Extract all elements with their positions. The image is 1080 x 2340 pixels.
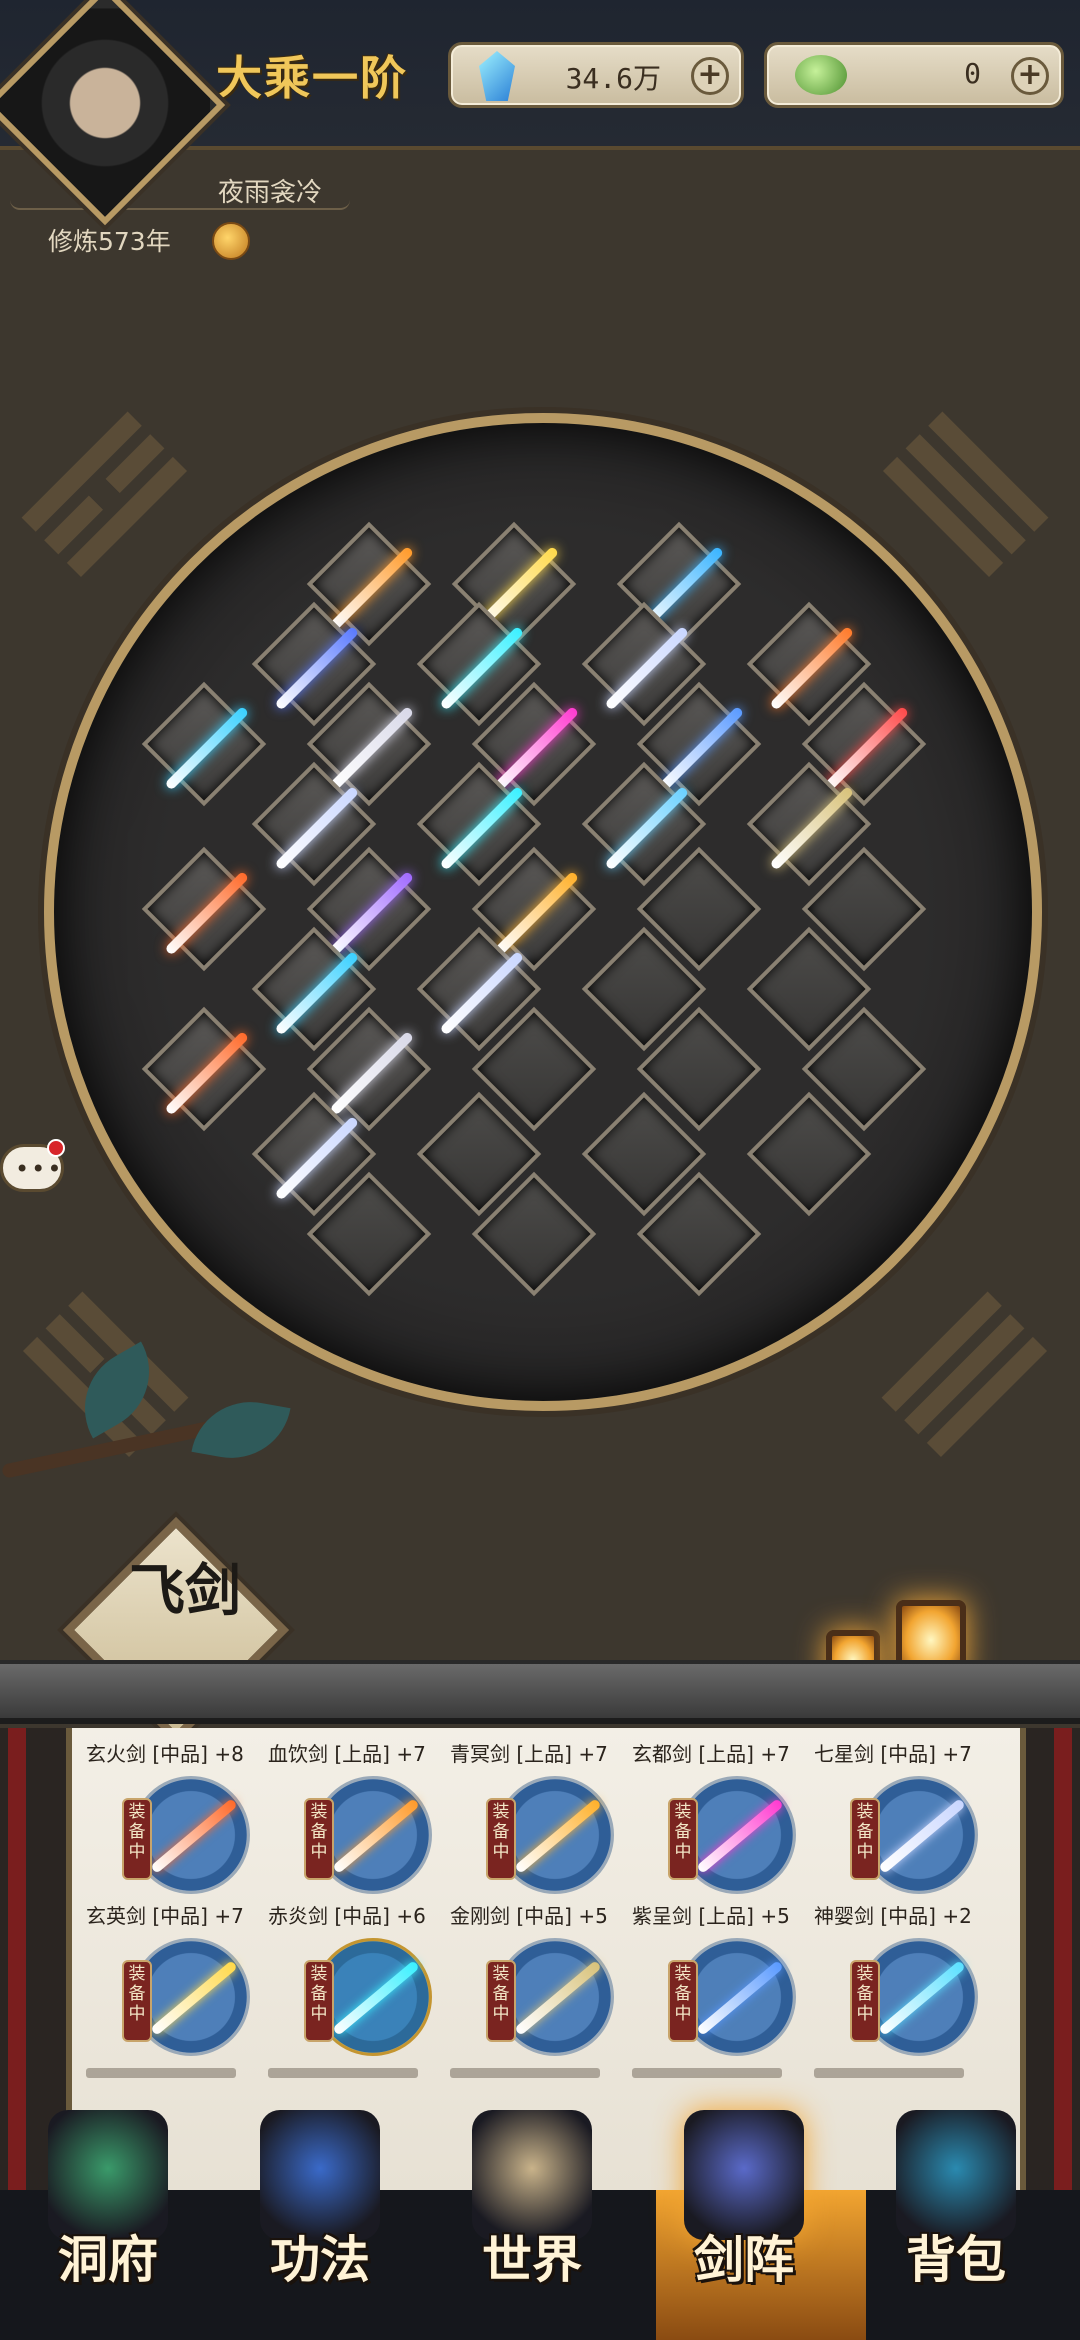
nav-label: 功法	[270, 2230, 370, 2289]
equipped-badge: 装备中	[486, 1798, 516, 1880]
cultivation-years: 修炼573年	[48, 227, 171, 256]
equipped-badge: 装备中	[304, 1960, 334, 2042]
sword-card[interactable]: 血饮剑 [上品] +7 装备中	[268, 1732, 454, 1902]
player-name: 夜雨衾冷	[218, 178, 323, 208]
sword-card[interactable]: 青冥剑 [上品] +7 装备中	[450, 1732, 636, 1902]
nav-tab-cave-dwelling[interactable]: 洞府	[8, 2080, 208, 2340]
leaf-decor	[191, 1392, 291, 1468]
flying-sword-icon	[696, 1960, 784, 2036]
clipped-sword-name	[86, 2068, 236, 2078]
chat-notification-dot	[47, 1139, 65, 1157]
clipped-sword-name	[632, 2068, 782, 2078]
clipped-sword-name	[814, 2068, 964, 2078]
equipped-badge: 装备中	[850, 1960, 880, 2042]
sword-name: 赤炎剑 [中品] +6	[268, 1904, 426, 1928]
sword-name: 玄火剑 [中品] +8	[86, 1742, 244, 1766]
spirit-crystal-value: 34.6万	[565, 62, 661, 95]
sword-name: 金刚剑 [中品] +5	[450, 1904, 608, 1928]
flying-sword-icon	[514, 1798, 602, 1874]
sword-card[interactable]: 赤炎剑 [中品] +6 装备中	[268, 1894, 454, 2064]
flying-sword-label: 飞剑	[129, 1558, 241, 1624]
sword-card[interactable]: 紫呈剑 [上品] +5 装备中	[632, 1894, 818, 2064]
flying-sword-icon	[332, 1798, 420, 1874]
equipped-badge: 装备中	[122, 1798, 152, 1880]
sword-name: 青冥剑 [上品] +7	[450, 1742, 608, 1766]
equipped-badge: 装备中	[304, 1798, 334, 1880]
flying-sword-icon	[514, 1960, 602, 2036]
clipped-sword-name	[268, 2068, 418, 2078]
inventory-rope-decor	[1054, 1728, 1072, 2190]
nav-label: 剑阵	[694, 2230, 794, 2289]
bagua-trigram-decor	[873, 403, 1057, 587]
jade-value: 0	[964, 57, 981, 90]
sword-name: 七星剑 [中品] +7	[814, 1742, 972, 1766]
flying-sword-icon	[150, 1798, 238, 1874]
sword-card[interactable]: 神婴剑 [中品] +2 装备中	[814, 1894, 1000, 2064]
chat-button[interactable]: •••	[0, 1139, 65, 1192]
sword-card[interactable]: 玄火剑 [中品] +8 装备中	[86, 1732, 272, 1902]
bagua-trigram-decor	[13, 403, 197, 587]
sword-name: 玄英剑 [中品] +7	[86, 1904, 244, 1928]
flying-sword-icon	[696, 1798, 784, 1874]
cultivation-coin-icon[interactable]	[212, 222, 250, 260]
clipped-sword-name	[450, 2068, 600, 2078]
equipped-badge: 装备中	[122, 1960, 152, 2042]
nav-label: 背包	[906, 2230, 1006, 2289]
nav-label: 世界	[482, 2230, 582, 2289]
realm-title: 大乘一阶	[216, 51, 408, 105]
nav-tab-sword-formation[interactable]: 剑阵	[644, 2080, 844, 2340]
jade-icon	[795, 55, 847, 95]
flying-sword-icon	[150, 1960, 238, 2036]
sword-card[interactable]: 金刚剑 [中品] +5 装备中	[450, 1894, 636, 2064]
sword-name: 血饮剑 [上品] +7	[268, 1742, 426, 1766]
sword-name: 神婴剑 [中品] +2	[814, 1904, 972, 1928]
bagua-trigram-decor	[873, 1283, 1057, 1467]
flying-sword-icon	[878, 1960, 966, 2036]
sword-name: 玄都剑 [上品] +7	[632, 1742, 790, 1766]
flying-sword-icon	[332, 1960, 420, 2036]
nav-label: 洞府	[58, 2230, 158, 2289]
shelf-divider	[0, 1660, 1080, 1724]
sword-card[interactable]: 七星剑 [中品] +7 装备中	[814, 1732, 1000, 1902]
jade-counter[interactable]: 0 +	[764, 42, 1064, 108]
nav-tab-backpack[interactable]: 背包	[856, 2080, 1056, 2340]
sword-card[interactable]: 玄英剑 [中品] +7 装备中	[86, 1894, 272, 2064]
chat-bubble-icon: •••	[15, 1155, 64, 1183]
nav-tab-world-scroll[interactable]: 世界	[432, 2080, 632, 2340]
add-crystal-button[interactable]: +	[691, 57, 729, 95]
equipped-badge: 装备中	[668, 1960, 698, 2042]
equipped-badge: 装备中	[486, 1960, 516, 2042]
nav-tab-technique-book[interactable]: 功法	[220, 2080, 420, 2340]
add-jade-button[interactable]: +	[1011, 57, 1049, 95]
equipped-badge: 装备中	[850, 1798, 880, 1880]
spirit-crystal-counter[interactable]: 34.6万 +	[448, 42, 744, 108]
spirit-crystal-icon	[479, 51, 515, 101]
equipped-badge: 装备中	[668, 1798, 698, 1880]
sword-card[interactable]: 玄都剑 [上品] +7 装备中	[632, 1732, 818, 1902]
flying-sword-icon	[878, 1798, 966, 1874]
sword-name: 紫呈剑 [上品] +5	[632, 1904, 790, 1928]
